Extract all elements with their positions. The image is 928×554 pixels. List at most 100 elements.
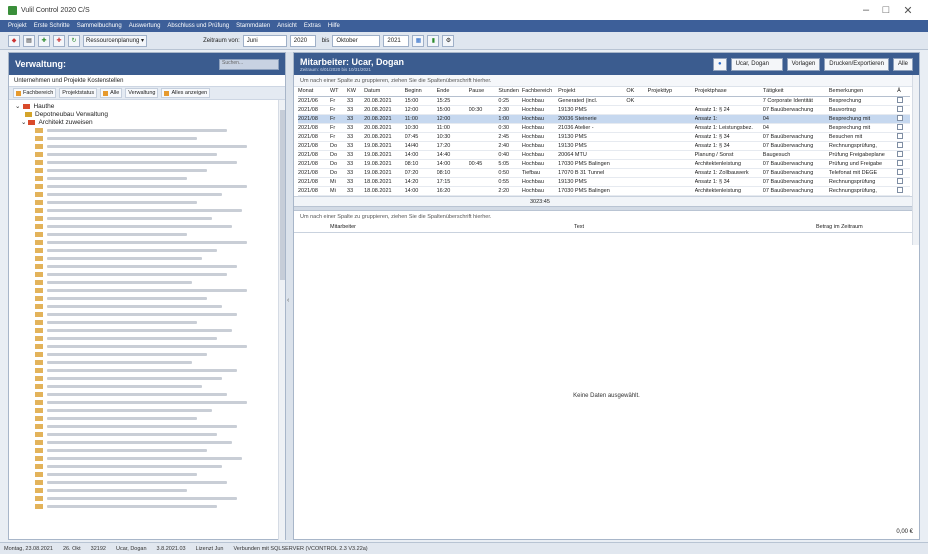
tree-item[interactable] xyxy=(15,254,285,262)
tree-item[interactable] xyxy=(15,190,285,198)
tree-item[interactable] xyxy=(15,454,285,462)
row-checkbox[interactable] xyxy=(897,159,910,169)
tree-node[interactable]: Depotneubau Verwaltung xyxy=(15,110,285,118)
table-row[interactable]: 2021/08 Fr 33 20.08.2021 10:30 11:00 0:30 Hochb… xyxy=(298,123,910,133)
filter-alle[interactable]: Alle xyxy=(100,88,123,98)
to-year-select[interactable]: 2021 xyxy=(383,34,410,47)
column-header[interactable]: Stunden xyxy=(498,87,522,97)
column-header[interactable]: Projekttyp xyxy=(647,87,695,97)
tree-item[interactable] xyxy=(15,214,285,222)
tree-item[interactable] xyxy=(15,174,285,182)
tree-item[interactable] xyxy=(15,326,285,334)
column-header[interactable]: OK xyxy=(626,87,648,97)
filter-alles-anzeigen[interactable]: Alles anzeigen xyxy=(161,88,211,98)
from-month-select[interactable]: Juni xyxy=(242,34,287,47)
menu-projekt[interactable]: Projekt xyxy=(8,23,27,29)
table-row[interactable]: 2021/08 Fr 33 20.08.2021 11:00 12:00 1:00 Hochb… xyxy=(298,114,910,124)
filter-verwaltung[interactable]: Verwaltung xyxy=(125,88,159,98)
all-button[interactable]: Alle xyxy=(892,57,913,71)
menu-sammelbuchung[interactable]: Sammelbuchung xyxy=(77,23,122,29)
row-checkbox[interactable] xyxy=(897,132,910,142)
tree-item[interactable] xyxy=(15,350,285,358)
column-header[interactable]: KW xyxy=(347,87,365,97)
column-header[interactable]: Pause xyxy=(468,87,499,97)
tree-item[interactable] xyxy=(15,222,285,230)
refresh-icon[interactable]: ↻ xyxy=(68,34,80,47)
row-checkbox[interactable] xyxy=(897,168,910,178)
employee-select[interactable]: Ucar, Dogan xyxy=(730,57,783,71)
tree-item[interactable] xyxy=(15,422,285,430)
tree-item[interactable] xyxy=(15,206,285,214)
column-header[interactable]: Fachbereich xyxy=(521,87,559,97)
tree-item[interactable] xyxy=(15,246,285,254)
tree-item[interactable] xyxy=(15,318,285,326)
tree-item[interactable] xyxy=(15,374,285,382)
tree-item[interactable] xyxy=(15,158,285,166)
chart-icon[interactable]: ▮ xyxy=(427,34,440,47)
row-checkbox[interactable] xyxy=(897,96,910,106)
remove-icon[interactable]: ✚ xyxy=(53,34,65,47)
tree-item[interactable] xyxy=(15,446,285,454)
panel-splitter[interactable]: ‹ xyxy=(286,52,293,540)
tree-item[interactable] xyxy=(15,126,285,134)
new-icon[interactable]: ▤ xyxy=(23,34,35,47)
home-icon[interactable]: ◆ xyxy=(8,34,20,47)
tree-item[interactable] xyxy=(15,150,285,158)
from-year-select[interactable]: 2020 xyxy=(289,34,316,47)
row-checkbox[interactable] xyxy=(897,123,910,133)
column-header[interactable]: Monat xyxy=(298,87,330,97)
table-row[interactable]: 2021/08 Fr 33 20.08.2021 07:45 10:30 2:45 Hochb… xyxy=(298,132,910,142)
tree-item[interactable] xyxy=(15,486,285,494)
project-tree[interactable]: ⌄ Hauthe Depotneubau Verwaltung ⌄ Architek… xyxy=(9,100,285,530)
close-button[interactable]: ✕ xyxy=(898,4,918,17)
menu-erste-schritte[interactable]: Erste Schritte xyxy=(34,23,70,29)
user-icon[interactable]: ● xyxy=(712,57,727,71)
col-mitarbeiter[interactable]: Mitarbeiter xyxy=(330,224,356,230)
tree-item[interactable] xyxy=(15,502,285,510)
row-checkbox[interactable] xyxy=(897,105,910,115)
filter-projektstatus[interactable]: Projektstatus xyxy=(59,88,98,98)
row-checkbox[interactable] xyxy=(897,150,910,160)
column-header[interactable]: Tätigkeit xyxy=(762,87,829,97)
tree-item[interactable] xyxy=(15,366,285,374)
column-header[interactable]: Projektphase xyxy=(694,87,763,97)
menu-ansicht[interactable]: Ansicht xyxy=(277,23,297,29)
column-header[interactable]: Beginn xyxy=(404,87,437,97)
table-row[interactable]: 2021/08 Do 33 19.08.2021 14/40 17:20 2:40 Hochb… xyxy=(298,141,910,151)
table-row[interactable]: 2021/08 Do 33 19.08.2021 14:00 14:40 0:40 Hochb… xyxy=(298,150,910,160)
ressourcen-button[interactable]: Ressourcenplanung ▾ xyxy=(83,34,148,47)
tree-root[interactable]: ⌄ Hauthe xyxy=(15,102,285,111)
settings-icon[interactable]: ⚙ xyxy=(442,34,455,47)
row-checkbox[interactable] xyxy=(897,141,910,151)
filter-fachbereich[interactable]: Fachbereich xyxy=(13,88,57,98)
tree-item[interactable] xyxy=(15,414,285,422)
tree-item[interactable] xyxy=(15,358,285,366)
tree-item[interactable] xyxy=(15,398,285,406)
col-text[interactable]: Text xyxy=(574,224,584,230)
table-row[interactable]: 2021/08 Mi 33 18.08.2021 14:00 16:20 2:20 Hochb… xyxy=(298,186,910,196)
tree-item[interactable] xyxy=(15,198,285,206)
table-row[interactable]: 2021/08 Do 33 19.08.2021 08:10 14:00 00:45 5:05… xyxy=(298,159,910,169)
tree-item[interactable] xyxy=(15,142,285,150)
tree-item[interactable] xyxy=(15,166,285,174)
row-checkbox[interactable] xyxy=(897,186,910,196)
tree-item[interactable] xyxy=(15,134,285,142)
search-input[interactable]: Suchen... xyxy=(219,58,279,70)
row-checkbox[interactable] xyxy=(897,177,910,187)
tree-item[interactable] xyxy=(15,470,285,478)
left-subheader[interactable]: Unternehmen und Projekte Kostenstellen xyxy=(9,75,285,86)
tree-item[interactable] xyxy=(15,334,285,342)
column-header[interactable]: Projekt xyxy=(558,87,627,97)
tree-item[interactable] xyxy=(15,478,285,486)
tree-item[interactable] xyxy=(15,238,285,246)
tree-item[interactable] xyxy=(15,382,285,390)
column-header[interactable]: Bemerkungen xyxy=(828,87,898,97)
table-row[interactable]: 2021/06 Fr 33 20.08.2021 15:00 15:25 0:25 Hochb… xyxy=(298,96,910,106)
tree-item[interactable] xyxy=(15,390,285,398)
tree-item[interactable] xyxy=(15,262,285,270)
table-scrollbar[interactable] xyxy=(912,75,919,245)
tree-item[interactable] xyxy=(15,462,285,470)
bottom-group-hint[interactable]: Um nach einer Spalte zu gruppieren, zieh… xyxy=(294,211,919,223)
tree-node[interactable]: ⌄ Architekt zuweisen xyxy=(15,118,285,127)
tree-item[interactable] xyxy=(15,302,285,310)
